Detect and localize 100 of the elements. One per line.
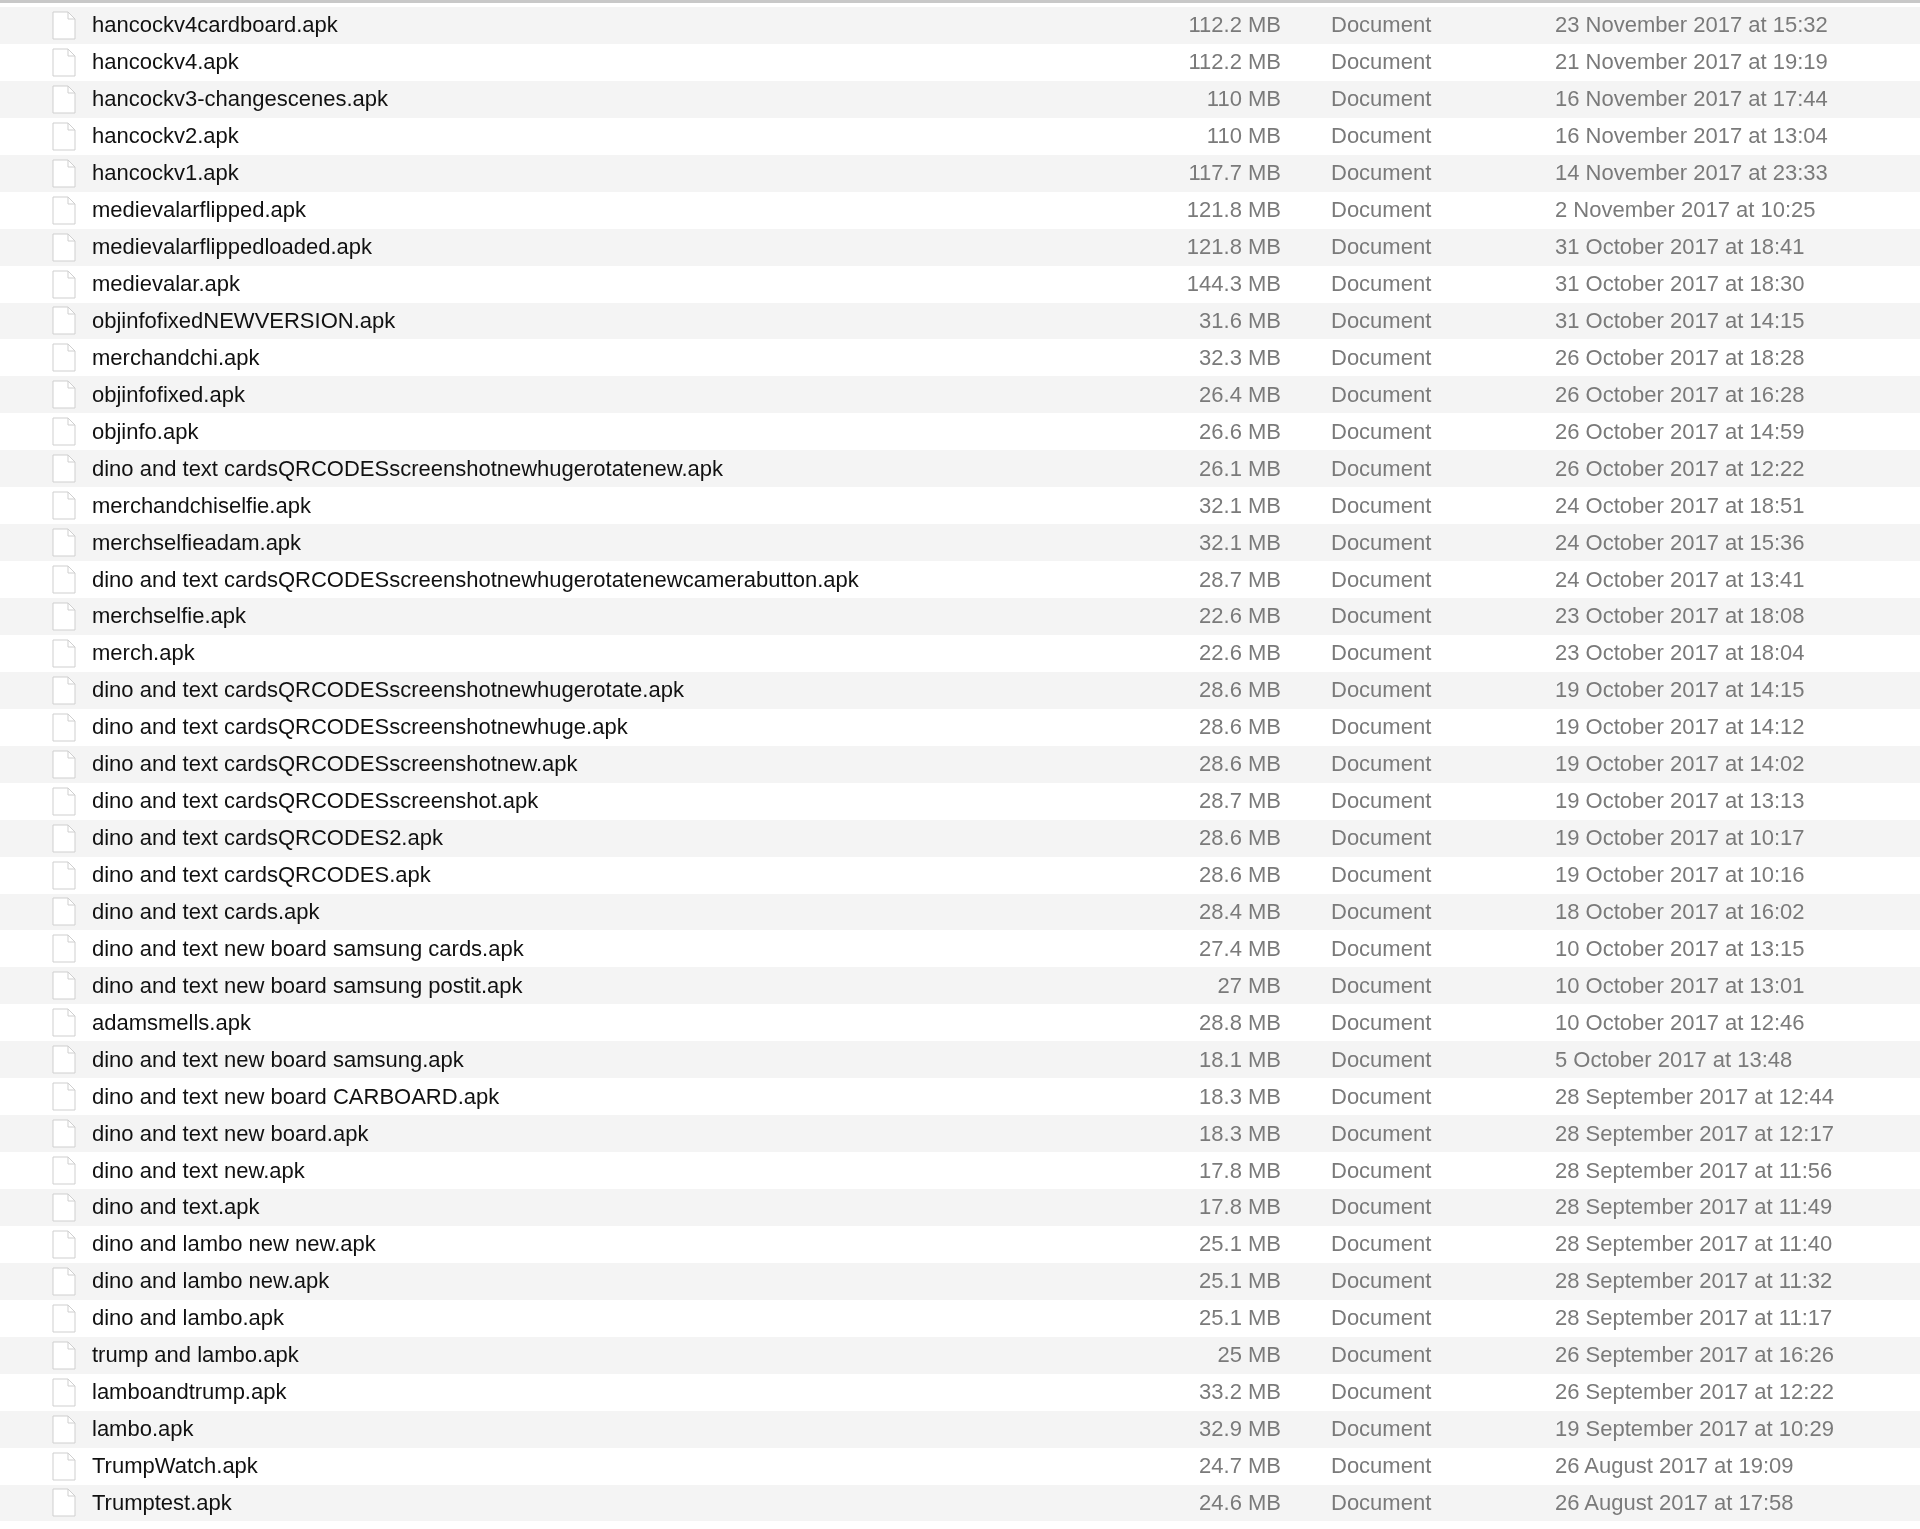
file-kind: Document (1331, 640, 1433, 667)
file-size: 32.3 MB (1199, 344, 1281, 371)
file-name[interactable]: dino and text cardsQRCODES2.apk (92, 825, 1161, 852)
date-modified: 19 October 2017 at 10:17 (1555, 825, 1806, 852)
file-name[interactable]: dino and text new board CARBOARD.apk (92, 1083, 1161, 1110)
file-name[interactable]: merchselfieadam.apk (92, 529, 1161, 556)
file-kind: Document (1331, 1379, 1433, 1406)
file-name[interactable]: dino and text new board.apk (92, 1120, 1161, 1147)
file-size: 18.3 MB (1199, 1083, 1281, 1110)
file-name[interactable]: dino and text cardsQRCODESscreenshotnew.apk (92, 751, 1161, 778)
file-kind: Document (1331, 197, 1433, 224)
date-modified: 26 September 2017 at 12:22 (1555, 1379, 1835, 1406)
file-name[interactable]: medievalarflippedloaded.apk (92, 234, 1161, 261)
document-icon (52, 1340, 76, 1370)
file-name[interactable]: lamboandtrump.apk (92, 1379, 1161, 1406)
file-size: 25 MB (1217, 1342, 1281, 1369)
file-name[interactable]: merchandchiselfie.apk (92, 492, 1161, 519)
date-modified: 31 October 2017 at 18:30 (1555, 271, 1806, 298)
file-name[interactable]: dino and text new board samsung.apk (92, 1046, 1161, 1073)
date-modified: 19 October 2017 at 10:16 (1555, 862, 1806, 889)
file-kind: Document (1331, 49, 1433, 76)
document-icon (52, 1192, 76, 1222)
file-name[interactable]: hancockv4.apk (92, 49, 1161, 76)
file-size: 28.6 MB (1199, 714, 1281, 741)
file-size: 112.2 MB (1188, 49, 1281, 76)
file-size: 22.6 MB (1199, 640, 1281, 667)
file-name[interactable]: dino and text.apk (92, 1194, 1161, 1221)
file-kind: Document (1331, 566, 1433, 593)
file-size: 24.7 MB (1199, 1453, 1281, 1480)
file-name[interactable]: objinfo.apk (92, 418, 1161, 445)
file-name[interactable]: merch.apk (92, 640, 1161, 667)
file-size: 28.6 MB (1199, 825, 1281, 852)
file-size: 18.1 MB (1199, 1046, 1281, 1073)
file-name[interactable]: hancockv1.apk (92, 160, 1161, 187)
date-modified: 16 November 2017 at 17:44 (1555, 86, 1829, 113)
file-name[interactable]: merchselfie.apk (92, 603, 1161, 630)
document-icon (52, 306, 76, 336)
document-icon (52, 934, 76, 964)
file-name[interactable]: objinfofixed.apk (92, 381, 1161, 408)
date-modified: 14 November 2017 at 23:33 (1555, 160, 1829, 187)
file-name[interactable]: dino and text cards.apk (92, 898, 1161, 925)
date-modified: 23 November 2017 at 15:32 (1555, 12, 1829, 39)
date-modified: 19 October 2017 at 14:02 (1555, 751, 1806, 778)
file-name[interactable]: medievalarflipped.apk (92, 197, 1161, 224)
file-name[interactable]: dino and text cardsQRCODESscreenshotnewhuge.apk (92, 714, 1161, 741)
file-size: 17.8 MB (1199, 1194, 1281, 1221)
date-modified: 5 October 2017 at 13:48 (1555, 1046, 1794, 1073)
file-size: 121.8 MB (1186, 197, 1281, 224)
file-name[interactable]: dino and lambo.apk (92, 1305, 1161, 1332)
file-name[interactable]: dino and lambo new new.apk (92, 1231, 1161, 1258)
file-name[interactable]: dino and text new board samsung cards.apk (92, 935, 1161, 962)
document-icon (52, 232, 76, 262)
date-modified: 28 September 2017 at 11:32 (1555, 1268, 1834, 1295)
file-kind: Document (1331, 381, 1433, 408)
document-icon (52, 786, 76, 816)
file-name[interactable]: dino and text cardsQRCODES.apk (92, 862, 1161, 889)
file-name[interactable]: dino and text new.apk (92, 1157, 1161, 1184)
document-icon (52, 860, 76, 890)
file-size: 28.4 MB (1199, 898, 1281, 925)
file-size: 33.2 MB (1199, 1379, 1281, 1406)
date-modified: 18 October 2017 at 16:02 (1555, 898, 1806, 925)
file-name[interactable]: adamsmells.apk (92, 1009, 1161, 1036)
file-name[interactable]: Trumptest.apk (92, 1489, 1161, 1516)
file-kind: Document (1331, 972, 1433, 999)
file-name[interactable]: hancockv3-changescenes.apk (92, 86, 1161, 113)
file-kind: Document (1331, 455, 1433, 482)
date-modified: 28 September 2017 at 11:17 (1555, 1305, 1834, 1332)
file-name[interactable]: trump and lambo.apk (92, 1342, 1161, 1369)
date-modified: 10 October 2017 at 13:01 (1555, 972, 1806, 999)
file-name[interactable]: dino and text cardsQRCODESscreenshotnewhugerotatenewcamerabutton.apk (92, 566, 1161, 593)
file-name[interactable]: TrumpWatch.apk (92, 1453, 1161, 1480)
file-kind: Document (1331, 788, 1433, 815)
document-icon (52, 1082, 76, 1112)
file-kind: Document (1331, 898, 1433, 925)
date-modified: 26 October 2017 at 18:28 (1555, 344, 1806, 371)
file-name[interactable]: lambo.apk (92, 1416, 1161, 1443)
date-modified: 16 November 2017 at 13:04 (1555, 123, 1829, 150)
file-size: 26.4 MB (1199, 381, 1281, 408)
file-kind: Document (1331, 234, 1433, 261)
file-size: 32.1 MB (1199, 492, 1281, 519)
document-icon (52, 528, 76, 558)
date-modified: 26 August 2017 at 19:09 (1555, 1453, 1795, 1480)
file-name[interactable]: dino and text new board samsung postit.apk (92, 972, 1161, 999)
file-kind: Document (1331, 1268, 1433, 1295)
file-name[interactable]: merchandchi.apk (92, 344, 1161, 371)
file-name[interactable]: medievalar.apk (92, 271, 1161, 298)
file-kind: Document (1331, 160, 1433, 187)
file-name[interactable]: objinfofixedNEWVERSION.apk (92, 307, 1161, 334)
file-name[interactable]: hancockv2.apk (92, 123, 1161, 150)
date-modified: 28 September 2017 at 11:40 (1555, 1231, 1834, 1258)
file-size: 25.1 MB (1199, 1231, 1281, 1258)
date-modified: 24 October 2017 at 15:36 (1555, 529, 1806, 556)
file-name[interactable]: dino and lambo new.apk (92, 1268, 1161, 1295)
file-kind: Document (1331, 418, 1433, 445)
file-name[interactable]: dino and text cardsQRCODESscreenshot.apk (92, 788, 1161, 815)
file-kind: Document (1331, 344, 1433, 371)
file-name[interactable]: dino and text cardsQRCODESscreenshotnewhugerotatenew.apk (92, 455, 1161, 482)
document-icon (52, 380, 76, 410)
file-name[interactable]: hancockv4cardboard.apk (92, 12, 1161, 39)
file-name[interactable]: dino and text cardsQRCODESscreenshotnewhugerotate.apk (92, 677, 1161, 704)
